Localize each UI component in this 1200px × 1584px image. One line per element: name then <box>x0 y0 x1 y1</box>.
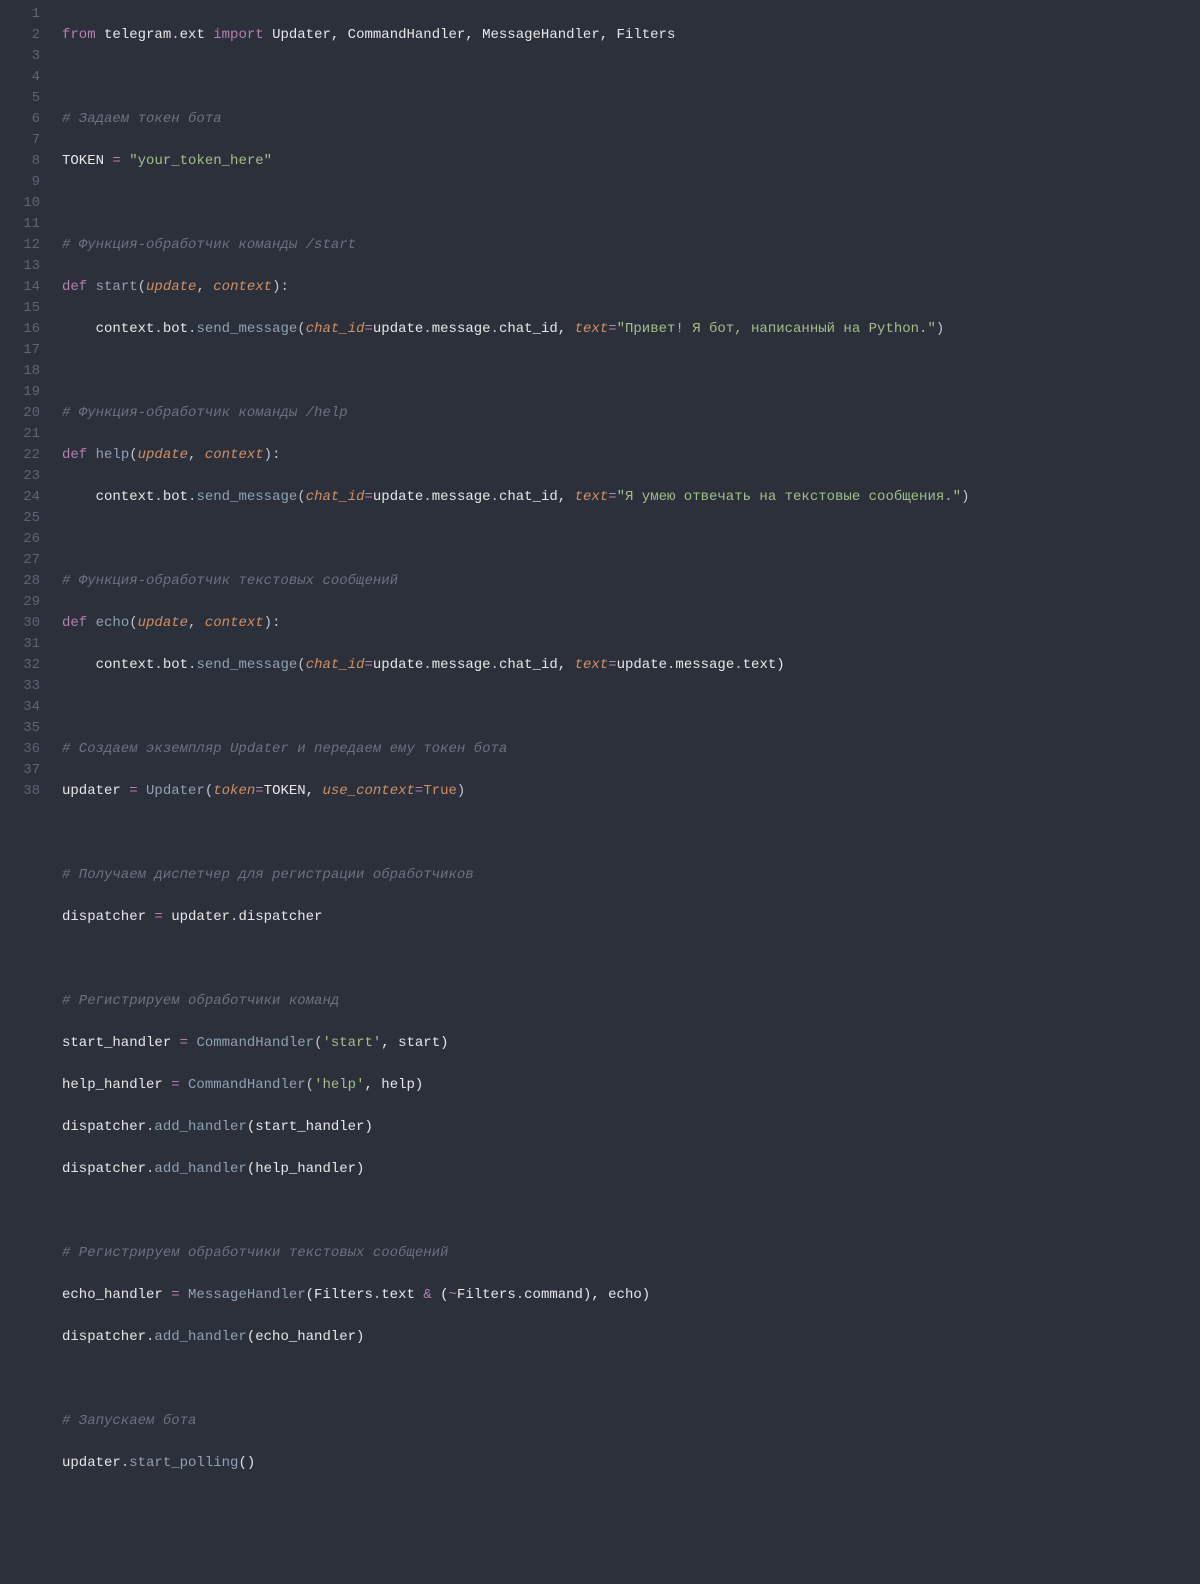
boolean-literal: True <box>423 783 457 799</box>
code-line[interactable]: # Функция-обработчик текстовых сообщений <box>62 571 969 592</box>
line-number: 22 <box>0 445 40 466</box>
line-number: 19 <box>0 382 40 403</box>
function-name: start <box>96 279 138 295</box>
comment: # Получаем диспетчер для регистрации обр… <box>62 867 474 883</box>
code-line[interactable] <box>62 949 969 970</box>
code-line[interactable] <box>62 361 969 382</box>
code-line[interactable]: dispatcher.add_handler(echo_handler) <box>62 1327 969 1348</box>
line-number: 14 <box>0 277 40 298</box>
code-area[interactable]: from telegram.ext import Updater, Comman… <box>54 4 969 1584</box>
comment: # Функция-обработчик команды /start <box>62 237 356 253</box>
line-number: 31 <box>0 634 40 655</box>
line-number: 21 <box>0 424 40 445</box>
keyword-import: import <box>213 27 263 43</box>
line-number: 32 <box>0 655 40 676</box>
code-line[interactable] <box>62 1579 969 1584</box>
line-number: 23 <box>0 466 40 487</box>
line-number: 2 <box>0 25 40 46</box>
code-line[interactable] <box>62 1369 969 1390</box>
line-number: 10 <box>0 193 40 214</box>
code-line[interactable]: context.bot.send_message(chat_id=update.… <box>62 655 969 676</box>
code-line[interactable]: # Регистрируем обработчики команд <box>62 991 969 1012</box>
line-number: 36 <box>0 739 40 760</box>
code-line[interactable]: # Функция-обработчик команды /start <box>62 235 969 256</box>
line-number: 30 <box>0 613 40 634</box>
line-number: 17 <box>0 340 40 361</box>
code-line[interactable] <box>62 193 969 214</box>
code-line[interactable]: def echo(update, context): <box>62 613 969 634</box>
code-line[interactable] <box>62 697 969 718</box>
line-number: 33 <box>0 676 40 697</box>
code-line[interactable]: dispatcher = updater.dispatcher <box>62 907 969 928</box>
code-line[interactable]: start_handler = CommandHandler('start', … <box>62 1033 969 1054</box>
line-number: 26 <box>0 529 40 550</box>
line-number: 28 <box>0 571 40 592</box>
keyword-from: from <box>62 27 96 43</box>
comment: # Регистрируем обработчики команд <box>62 993 339 1009</box>
code-line[interactable]: # Регистрируем обработчики текстовых соо… <box>62 1243 969 1264</box>
line-number: 4 <box>0 67 40 88</box>
code-line[interactable] <box>62 1495 969 1516</box>
code-line[interactable]: def help(update, context): <box>62 445 969 466</box>
keyword-def: def <box>62 279 96 295</box>
code-line[interactable]: echo_handler = MessageHandler(Filters.te… <box>62 1285 969 1306</box>
code-line[interactable]: TOKEN = "your_token_here" <box>62 151 969 172</box>
code-line[interactable]: def start(update, context): <box>62 277 969 298</box>
line-number: 20 <box>0 403 40 424</box>
comment: # Функция-обработчик текстовых сообщений <box>62 573 398 589</box>
code-line[interactable]: updater.start_polling() <box>62 1453 969 1474</box>
comment: # Регистрируем обработчики текстовых соо… <box>62 1245 448 1261</box>
code-line[interactable]: # Функция-обработчик команды /help <box>62 403 969 424</box>
line-number: 3 <box>0 46 40 67</box>
comment: # Запускаем бота <box>62 1413 196 1429</box>
line-number: 15 <box>0 298 40 319</box>
code-line[interactable]: context.bot.send_message(chat_id=update.… <box>62 319 969 340</box>
line-number: 8 <box>0 151 40 172</box>
line-number: 24 <box>0 487 40 508</box>
line-number: 25 <box>0 508 40 529</box>
line-number: 13 <box>0 256 40 277</box>
line-number: 16 <box>0 319 40 340</box>
code-line[interactable] <box>62 1537 969 1558</box>
line-number: 18 <box>0 361 40 382</box>
code-line[interactable] <box>62 67 969 88</box>
line-number-gutter: 1 2 3 4 5 6 7 8 9 10 11 12 13 14 15 16 1… <box>0 4 54 1584</box>
code-line[interactable]: from telegram.ext import Updater, Comman… <box>62 25 969 46</box>
line-number: 35 <box>0 718 40 739</box>
line-number: 7 <box>0 130 40 151</box>
line-number: 1 <box>0 4 40 25</box>
code-line[interactable]: # Задаем токен бота <box>62 109 969 130</box>
line-number: 6 <box>0 109 40 130</box>
line-number: 9 <box>0 172 40 193</box>
comment: # Задаем токен бота <box>62 111 222 127</box>
line-number: 29 <box>0 592 40 613</box>
code-line[interactable]: # Запускаем бота <box>62 1411 969 1432</box>
line-number: 11 <box>0 214 40 235</box>
code-line[interactable]: help_handler = CommandHandler('help', he… <box>62 1075 969 1096</box>
line-number: 12 <box>0 235 40 256</box>
code-line[interactable]: dispatcher.add_handler(help_handler) <box>62 1159 969 1180</box>
line-number: 27 <box>0 550 40 571</box>
code-line[interactable]: # Создаем экземпляр Updater и передаем е… <box>62 739 969 760</box>
line-number: 5 <box>0 88 40 109</box>
code-line[interactable]: context.bot.send_message(chat_id=update.… <box>62 487 969 508</box>
code-editor[interactable]: 1 2 3 4 5 6 7 8 9 10 11 12 13 14 15 16 1… <box>0 4 1200 1584</box>
line-number: 34 <box>0 697 40 718</box>
comment: # Функция-обработчик команды /help <box>62 405 348 421</box>
comment: # Создаем экземпляр Updater и передаем е… <box>62 741 507 757</box>
line-number: 37 <box>0 760 40 781</box>
code-line[interactable] <box>62 1201 969 1222</box>
code-line[interactable]: dispatcher.add_handler(start_handler) <box>62 1117 969 1138</box>
code-line[interactable]: # Получаем диспетчер для регистрации обр… <box>62 865 969 886</box>
code-line[interactable] <box>62 529 969 550</box>
string-literal: "your_token_here" <box>129 153 272 169</box>
code-line[interactable] <box>62 823 969 844</box>
